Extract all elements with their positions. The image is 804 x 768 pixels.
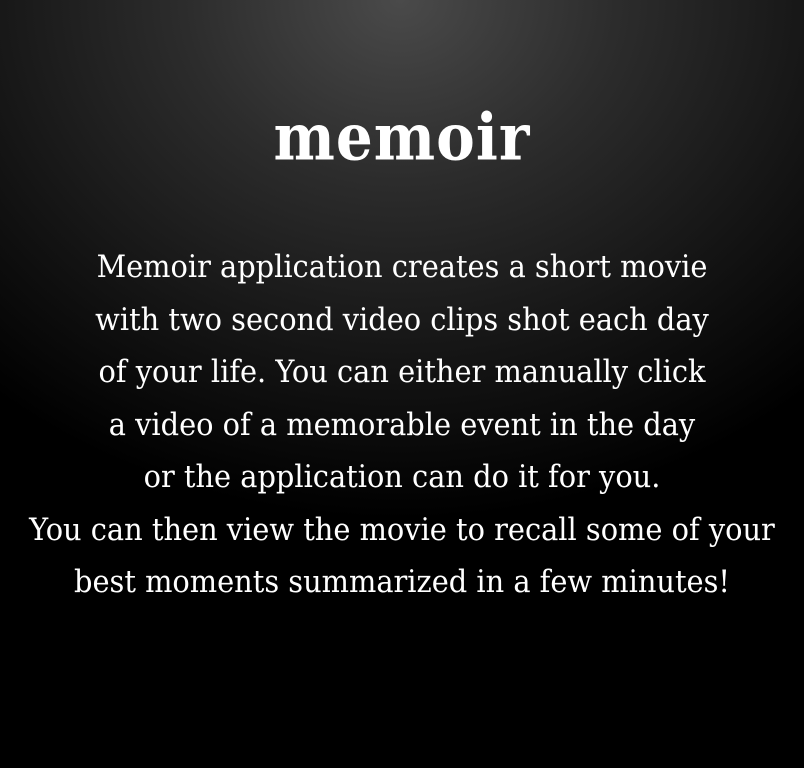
- app-title: memoir: [273, 99, 531, 176]
- app-description: Memoir application creates a short movie…: [0, 241, 804, 609]
- description-line: with two second video clips shot each da…: [95, 301, 709, 338]
- description-line: You can then view the movie to recall so…: [29, 511, 775, 548]
- description-line: or the application can do it for you.: [143, 459, 661, 495]
- description-line: a video of a memorable event in the day: [108, 406, 696, 443]
- description-line: Memoir application creates a short movie: [96, 249, 708, 285]
- description-line: best moments summarized in a few minutes…: [74, 564, 730, 600]
- description-line: of your life. You can either manually cl…: [98, 354, 706, 390]
- splash-screen: memoir Memoir application creates a shor…: [0, 0, 804, 768]
